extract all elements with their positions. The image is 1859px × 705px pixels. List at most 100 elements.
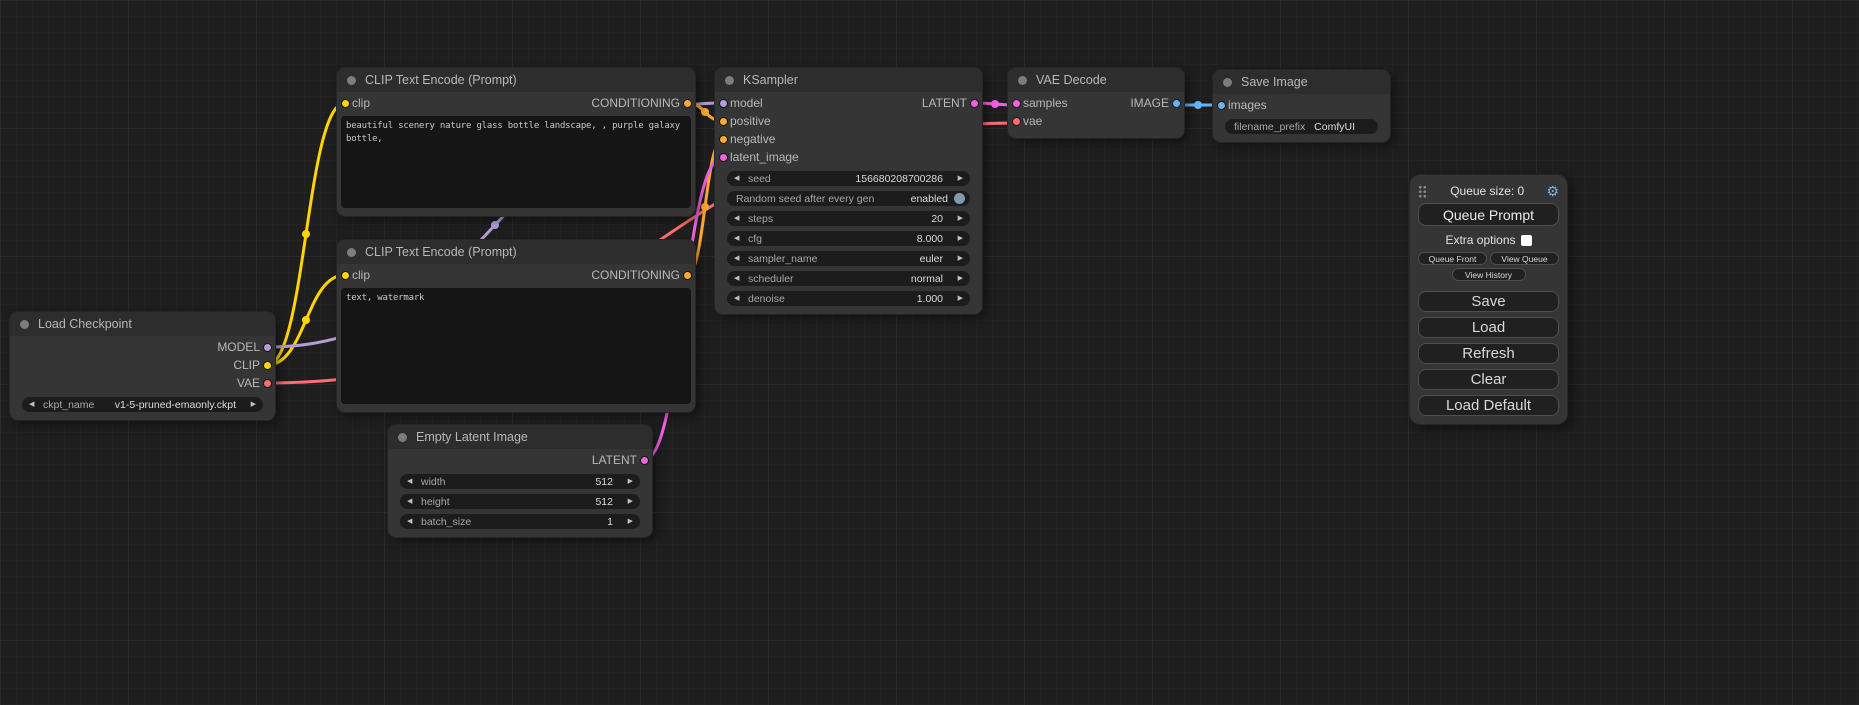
queue-prompt-button[interactable]: Queue Prompt — [1418, 203, 1559, 226]
collapse-dot[interactable] — [1223, 78, 1232, 87]
output-port-vae[interactable] — [263, 379, 272, 388]
wire-midpoint-dot — [491, 221, 499, 229]
view-history-button[interactable]: View History — [1452, 268, 1526, 281]
node-title-bar[interactable]: Load Checkpoint — [10, 312, 275, 336]
widget-decrement-icon[interactable] — [734, 255, 744, 262]
widget-value: v1-5-pruned-emaonly.ckpt — [94, 399, 236, 411]
load-default-button[interactable]: Load Default — [1418, 395, 1559, 416]
output-port-conditioning[interactable] — [683, 99, 692, 108]
clear-button[interactable]: Clear — [1418, 369, 1559, 390]
node-title-bar[interactable]: Save Image — [1213, 70, 1390, 94]
input-label-clip: clip — [352, 96, 370, 110]
node-clip-text-encode-2[interactable]: CLIP Text Encode (Prompt) clip CONDITION… — [337, 240, 695, 412]
output-port-latent[interactable] — [640, 456, 649, 465]
widget-label: filename_prefix — [1234, 121, 1305, 133]
input-port-clip[interactable] — [341, 271, 350, 280]
node-save-image[interactable]: Save Image images filename_prefix ComfyU… — [1213, 70, 1390, 142]
view-queue-button[interactable]: View Queue — [1490, 252, 1559, 265]
output-label-clip: CLIP — [233, 358, 260, 372]
output-label-latent: LATENT — [592, 453, 637, 467]
collapse-dot[interactable] — [725, 76, 734, 85]
input-port-images[interactable] — [1217, 101, 1226, 110]
widget-increment-icon[interactable] — [623, 518, 633, 525]
collapse-dot[interactable] — [347, 76, 356, 85]
input-label-latent-image: latent_image — [730, 150, 799, 164]
widget-width[interactable]: width 512 — [400, 474, 640, 489]
node-title-bar[interactable]: KSampler — [715, 68, 982, 92]
widget-random-seed-toggle[interactable]: Random seed after every gen enabled — [727, 191, 970, 206]
node-title-bar[interactable]: CLIP Text Encode (Prompt) — [337, 68, 695, 92]
output-label-conditioning: CONDITIONING — [591, 268, 680, 282]
widget-denoise[interactable]: denoise 1.000 — [727, 291, 970, 306]
widget-decrement-icon[interactable] — [407, 498, 417, 505]
node-title-bar[interactable]: CLIP Text Encode (Prompt) — [337, 240, 695, 264]
node-load-checkpoint[interactable]: Load Checkpoint MODEL CLIP VAE ckpt_name… — [10, 312, 275, 420]
drag-handle-icon[interactable] — [1418, 185, 1428, 198]
input-port-clip[interactable] — [341, 99, 350, 108]
prompt-textarea[interactable]: text, watermark — [341, 288, 691, 404]
widget-decrement-icon[interactable] — [734, 295, 744, 302]
output-port-clip[interactable] — [263, 361, 272, 370]
widget-steps[interactable]: steps 20 — [727, 211, 970, 226]
output-port-conditioning[interactable] — [683, 271, 692, 280]
input-port-model[interactable] — [719, 99, 728, 108]
widget-increment-icon[interactable] — [953, 295, 963, 302]
toggle-knob-icon[interactable] — [954, 193, 965, 204]
widget-increment-icon[interactable] — [953, 255, 963, 262]
widget-value: normal — [794, 273, 943, 285]
widget-value: ComfyUI — [1305, 121, 1355, 133]
save-button[interactable]: Save — [1418, 291, 1559, 312]
queue-size-label: Queue size: 0 — [1428, 184, 1546, 198]
output-port-latent[interactable] — [970, 99, 979, 108]
widget-decrement-icon[interactable] — [734, 275, 744, 282]
queue-front-button[interactable]: Queue Front — [1418, 252, 1487, 265]
output-port-model[interactable] — [263, 343, 272, 352]
node-clip-text-encode-1[interactable]: CLIP Text Encode (Prompt) clip CONDITION… — [337, 68, 695, 216]
widget-ckpt-name[interactable]: ckpt_name v1-5-pruned-emaonly.ckpt — [22, 397, 263, 412]
widget-filename-prefix[interactable]: filename_prefix ComfyUI — [1225, 119, 1378, 134]
settings-gear-icon[interactable] — [1546, 184, 1559, 198]
widget-increment-icon[interactable] — [953, 215, 963, 222]
input-port-positive[interactable] — [719, 117, 728, 126]
extra-options-checkbox[interactable] — [1521, 235, 1532, 246]
input-port-latent-image[interactable] — [719, 153, 728, 162]
collapse-dot[interactable] — [1018, 76, 1027, 85]
widget-decrement-icon[interactable] — [734, 235, 744, 242]
node-vae-decode[interactable]: VAE Decode samples IMAGE vae — [1008, 68, 1184, 138]
input-label-vae: vae — [1023, 114, 1042, 128]
collapse-dot[interactable] — [398, 433, 407, 442]
widget-decrement-icon[interactable] — [407, 478, 417, 485]
prompt-textarea[interactable]: beautiful scenery nature glass bottle la… — [341, 116, 691, 208]
widget-decrement-icon[interactable] — [407, 518, 417, 525]
widget-increment-icon[interactable] — [953, 175, 963, 182]
widget-decrement-icon[interactable] — [734, 215, 744, 222]
widget-seed[interactable]: seed 156680208700286 — [727, 171, 970, 186]
node-ksampler[interactable]: KSampler model LATENT positive negative … — [715, 68, 982, 314]
widget-decrement-icon[interactable] — [29, 401, 39, 408]
widget-increment-icon[interactable] — [953, 235, 963, 242]
widget-cfg[interactable]: cfg 8.000 — [727, 231, 970, 246]
input-port-vae[interactable] — [1012, 117, 1021, 126]
widget-increment-icon[interactable] — [953, 275, 963, 282]
widget-sampler-name[interactable]: sampler_name euler — [727, 251, 970, 266]
node-title-bar[interactable]: VAE Decode — [1008, 68, 1184, 92]
widget-decrement-icon[interactable] — [734, 175, 744, 182]
wire-midpoint-dot — [302, 316, 310, 324]
load-button[interactable]: Load — [1418, 317, 1559, 338]
widget-scheduler[interactable]: scheduler normal — [727, 271, 970, 286]
widget-increment-icon[interactable] — [623, 478, 633, 485]
output-port-image[interactable] — [1172, 99, 1181, 108]
widget-height[interactable]: height 512 — [400, 494, 640, 509]
widget-batch-size[interactable]: batch_size 1 — [400, 514, 640, 529]
wire-midpoint-dot — [701, 203, 709, 211]
node-title-bar[interactable]: Empty Latent Image — [388, 425, 652, 449]
input-port-negative[interactable] — [719, 135, 728, 144]
input-port-samples[interactable] — [1012, 99, 1021, 108]
node-title: Load Checkpoint — [38, 317, 132, 331]
widget-increment-icon[interactable] — [623, 498, 633, 505]
collapse-dot[interactable] — [347, 248, 356, 257]
node-empty-latent-image[interactable]: Empty Latent Image LATENT width 512 heig… — [388, 425, 652, 537]
widget-increment-icon[interactable] — [246, 401, 256, 408]
refresh-button[interactable]: Refresh — [1418, 343, 1559, 364]
collapse-dot[interactable] — [20, 320, 29, 329]
